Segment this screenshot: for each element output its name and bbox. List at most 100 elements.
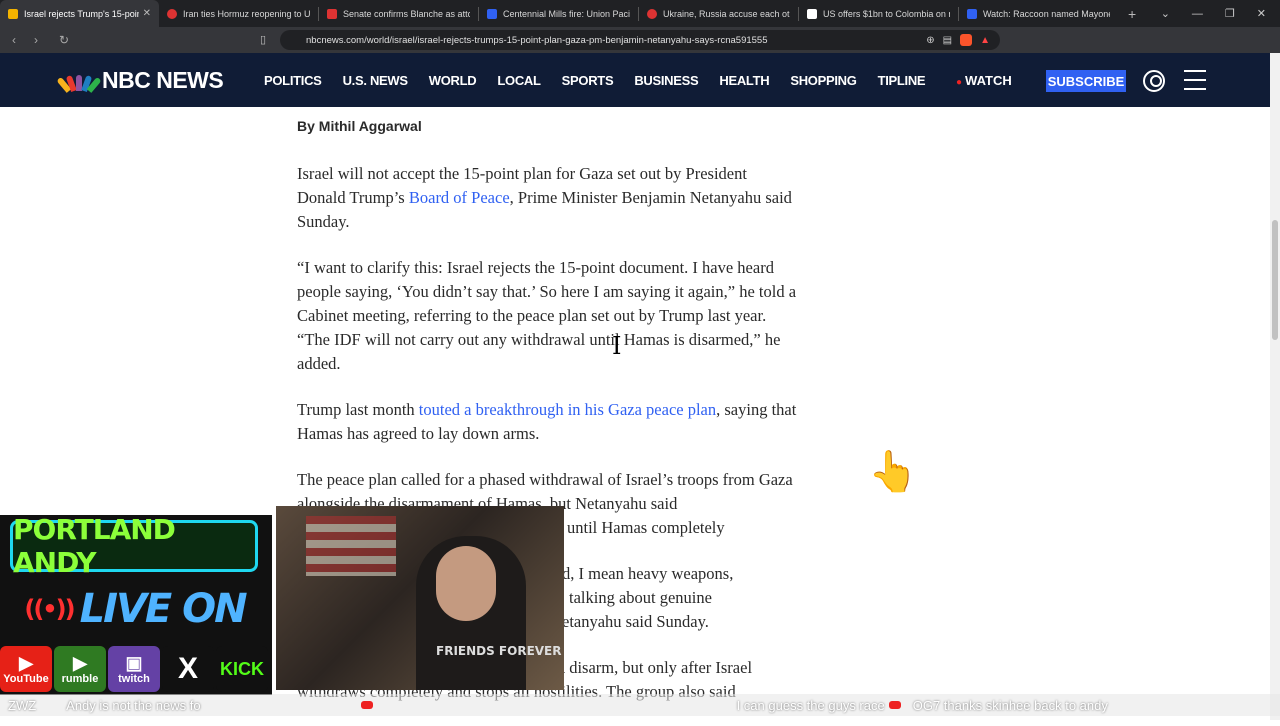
nav-health[interactable]: HEALTH bbox=[719, 73, 769, 88]
tab-6[interactable]: Watch: Raccoon named Mayonesia bbox=[959, 0, 1118, 27]
flag-decoration bbox=[306, 516, 396, 576]
favicon-icon bbox=[647, 8, 657, 19]
tab-title: US offers $1bn to Colombia on new bbox=[823, 8, 950, 19]
tab-5[interactable]: US offers $1bn to Colombia on new bbox=[799, 0, 958, 27]
text-cursor-icon: I bbox=[612, 332, 622, 360]
logo-text: NBC NEWS bbox=[102, 67, 224, 93]
board-of-peace-link[interactable]: Board of Peace bbox=[409, 188, 510, 207]
close-tab-icon[interactable]: ✕ bbox=[143, 8, 151, 19]
tab-title: Israel rejects Trump's 15-point p bbox=[24, 8, 139, 19]
ticker-message: ZWZ bbox=[8, 697, 37, 713]
pointing-hand-icon: 👆 bbox=[868, 450, 918, 494]
subscribe-button[interactable]: SUBSCRIBE bbox=[1046, 70, 1126, 92]
reader-icon[interactable]: ▤ bbox=[943, 35, 952, 46]
paragraph-text: etanyahu said Sunday. bbox=[562, 612, 709, 631]
url-text: nbcnews.com/world/israel/israel-rejects-… bbox=[306, 34, 768, 46]
nav-tipline[interactable]: TIPLINE bbox=[878, 73, 926, 88]
watch-label: WATCH bbox=[965, 73, 1012, 88]
forward-icon[interactable]: › bbox=[26, 33, 46, 47]
social-badges: ▶ YouTube ▶ rumble ▣ twitch X KICK bbox=[0, 646, 268, 692]
x-icon: X bbox=[177, 652, 198, 685]
social-label: KICK bbox=[220, 658, 264, 679]
social-label: rumble bbox=[61, 673, 99, 685]
nbc-favicon-icon bbox=[8, 8, 18, 19]
social-label: YouTube bbox=[3, 673, 49, 685]
back-icon[interactable]: ‹ bbox=[4, 33, 24, 47]
tab-title: Centennial Mills fire: Union Pacific p bbox=[503, 8, 630, 19]
tab-1[interactable]: Iran ties Hormuz reopening to US c bbox=[159, 0, 318, 27]
paragraph-text: Trump last month bbox=[297, 400, 419, 419]
site-logo[interactable]: NBC NEWS bbox=[56, 67, 224, 94]
tab-bar: Israel rejects Trump's 15-point p ✕ Iran… bbox=[0, 0, 1280, 27]
paragraph-text: d, I mean heavy weapons, bbox=[562, 564, 734, 583]
peace-plan-link[interactable]: touted a breakthrough in his Gaza peace … bbox=[419, 400, 716, 419]
kick-badge: KICK bbox=[216, 646, 268, 692]
minimize-icon[interactable]: — bbox=[1192, 8, 1203, 20]
close-window-icon[interactable]: ✕ bbox=[1257, 7, 1266, 20]
tab-title: Iran ties Hormuz reopening to US c bbox=[183, 8, 310, 19]
paragraph-2: “I want to clarify this: Israel rejects … bbox=[297, 258, 797, 373]
main-nav: POLITICS U.S. NEWS WORLD LOCAL SPORTS BU… bbox=[264, 73, 946, 88]
account-icon[interactable] bbox=[1143, 70, 1165, 92]
favicon-icon bbox=[967, 8, 977, 19]
twitch-icon: ▣ bbox=[125, 653, 143, 673]
ticker-message: Andy is not the news fo bbox=[66, 697, 201, 713]
tab-0[interactable]: Israel rejects Trump's 15-point p ✕ bbox=[0, 0, 159, 27]
paragraph-1: Israel will not accept the 15-point plan… bbox=[297, 162, 797, 234]
brave-shields-icon[interactable] bbox=[960, 34, 973, 46]
rewards-icon[interactable]: ▲ bbox=[980, 35, 990, 46]
watch-link[interactable]: ● WATCH bbox=[956, 73, 1012, 88]
ticker-message: I can guess the guys race bbox=[736, 697, 885, 713]
scrollbar-thumb[interactable] bbox=[1272, 220, 1278, 340]
byline: By Mithil Aggarwal bbox=[297, 118, 422, 134]
tab-3[interactable]: Centennial Mills fire: Union Pacific p bbox=[479, 0, 638, 27]
ticker-message: OG7 thanks skinhee back to andy bbox=[912, 697, 1108, 713]
tab-4[interactable]: Ukraine, Russia accuse each other o bbox=[639, 0, 798, 27]
broadcast-icon: ((•)) bbox=[24, 595, 75, 623]
tab-search-icon[interactable]: ⌄ bbox=[1161, 7, 1170, 20]
x-badge: X bbox=[162, 646, 214, 692]
social-label: twitch bbox=[118, 673, 150, 685]
page-scrollbar[interactable] bbox=[1270, 53, 1280, 720]
reload-icon[interactable]: ↻ bbox=[54, 33, 74, 47]
youtube-icon: ▶ bbox=[19, 653, 33, 673]
nav-us-news[interactable]: U.S. NEWS bbox=[343, 73, 409, 88]
nav-local[interactable]: LOCAL bbox=[497, 73, 541, 88]
tab-2[interactable]: Senate confirms Blanche as attorne bbox=[319, 0, 478, 27]
nav-sports[interactable]: SPORTS bbox=[562, 73, 614, 88]
favicon-icon bbox=[487, 8, 497, 19]
zoom-icon[interactable]: ⊕ bbox=[926, 35, 934, 46]
shirt-text: FRIENDS FOREVER bbox=[436, 644, 562, 658]
tab-title: Ukraine, Russia accuse each other o bbox=[663, 8, 790, 19]
streamer-face bbox=[436, 546, 496, 621]
new-tab-icon[interactable]: + bbox=[1128, 6, 1136, 22]
chat-ticker: ZWZ Andy is not the news fo I can guess … bbox=[0, 694, 1280, 716]
hamburger-menu-icon[interactable] bbox=[1184, 70, 1206, 90]
nav-business[interactable]: BUSINESS bbox=[634, 73, 698, 88]
live-on-banner: ((•)) LIVE ON bbox=[20, 580, 250, 638]
paragraph-3: Trump last month touted a breakthrough i… bbox=[297, 398, 797, 446]
nav-shopping[interactable]: SHOPPING bbox=[790, 73, 857, 88]
tab-title: Watch: Raccoon named Mayonesia bbox=[983, 8, 1110, 19]
bookmark-icon[interactable]: ▯ bbox=[260, 33, 266, 46]
favicon-icon bbox=[327, 8, 337, 19]
webcam-feed: FRIENDS FOREVER bbox=[276, 506, 564, 690]
rumble-badge: ▶ rumble bbox=[54, 646, 106, 692]
paragraph-text: until Hamas completely bbox=[567, 518, 725, 537]
brand-banner: PORTLAND ANDY bbox=[10, 513, 258, 579]
youtube-chat-icon bbox=[360, 701, 373, 709]
address-bar: ‹ › ↻ ▯ nbcnews.com/world/israel/israel-… bbox=[0, 27, 1280, 74]
nav-world[interactable]: WORLD bbox=[429, 73, 477, 88]
favicon-icon bbox=[807, 8, 817, 19]
live-on-text: LIVE ON bbox=[79, 586, 248, 632]
paragraph-text: talking about genuine bbox=[569, 588, 712, 607]
url-field[interactable]: ▯ nbcnews.com/world/israel/israel-reject… bbox=[260, 30, 1000, 50]
favicon-icon bbox=[167, 8, 177, 19]
maximize-icon[interactable]: ❐ bbox=[1225, 7, 1235, 20]
youtube-badge: ▶ YouTube bbox=[0, 646, 52, 692]
twitch-badge: ▣ twitch bbox=[108, 646, 160, 692]
nav-politics[interactable]: POLITICS bbox=[264, 73, 322, 88]
live-dot-icon: ● bbox=[956, 77, 963, 88]
tab-title: Senate confirms Blanche as attorne bbox=[343, 8, 470, 19]
url-actions: ⊕ ▤ ▲ bbox=[926, 34, 990, 46]
